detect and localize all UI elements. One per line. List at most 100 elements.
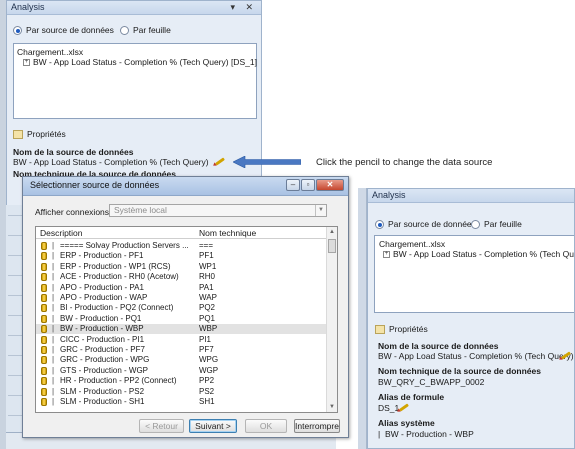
database-icon xyxy=(41,356,47,365)
show-connections-select[interactable]: Système local ▼ xyxy=(109,204,327,217)
list-item[interactable]: | ===== Solvay Production Servers ... === xyxy=(36,241,326,251)
callout-text: Click the pencil to change the data sour… xyxy=(316,157,493,168)
list-header: Description Nom technique xyxy=(36,227,326,239)
right-panel-splitter[interactable] xyxy=(358,188,367,449)
datasource-tree-right[interactable]: Chargement..xlsx + BW - App Load Status -… xyxy=(374,235,574,313)
analysis-panel-right-title-bar: Analysis xyxy=(368,189,574,203)
list-item[interactable]: | GRC - Production - PF7 PF7 xyxy=(36,345,326,355)
list-item[interactable]: | ERP - Production - PF1 PF1 xyxy=(36,251,326,261)
list-item-description: SLM - Production - SH1 xyxy=(60,397,145,406)
list-item[interactable]: | CICC - Production - PI1 PI1 xyxy=(36,335,326,345)
list-item-technical-name: PI1 xyxy=(199,334,212,344)
list-item[interactable]: | HR - Production - PP2 (Connect) PP2 xyxy=(36,376,326,386)
cancel-button[interactable]: Interrompre xyxy=(294,419,340,433)
radio-checked-icon[interactable] xyxy=(13,25,22,35)
list-item-description: APO - Production - PA1 xyxy=(60,282,144,292)
radio-unchecked-icon[interactable] xyxy=(471,219,480,229)
datasource-list[interactable]: Description Nom technique | ===== Solvay … xyxy=(35,226,338,413)
tree-datasource-node-right[interactable]: + BW - App Load Status - Completion % (Te… xyxy=(383,249,574,259)
list-item-technical-name: WP1 xyxy=(199,261,217,271)
tree-file-node[interactable]: Chargement..xlsx xyxy=(17,47,83,57)
separator: | xyxy=(52,345,55,354)
list-item-technical-name: PA1 xyxy=(199,282,214,292)
radio-by-sheet-right[interactable]: Par feuille xyxy=(471,219,522,229)
list-item[interactable]: | ACE - Production - RH0 (Acetow) RH0 xyxy=(36,272,326,282)
edit-pencil-icon[interactable] xyxy=(215,157,225,166)
minimize-icon[interactable]: – xyxy=(286,179,300,191)
separator: | xyxy=(52,293,55,302)
radio-unchecked-icon[interactable] xyxy=(120,25,129,35)
next-button[interactable]: Suivant > xyxy=(189,419,237,433)
list-item[interactable]: | GTS - Production - WGP WGP xyxy=(36,366,326,376)
database-icon xyxy=(41,304,47,313)
database-icon xyxy=(41,242,47,250)
radio-by-sheet-label: Par feuille xyxy=(133,25,171,35)
expand-icon[interactable]: + xyxy=(383,251,390,259)
close-icon[interactable]: ✕ xyxy=(316,179,344,191)
list-scrollbar[interactable]: ▲ ▼ xyxy=(326,227,337,412)
chevron-down-icon[interactable]: ▼ xyxy=(315,205,326,216)
datasource-name-heading-right: Nom de la source de données xyxy=(378,341,499,351)
radio-by-datasource[interactable]: Par source de données xyxy=(13,25,114,35)
database-icon xyxy=(41,398,47,406)
system-alias-value: | BW - Production - WBP xyxy=(378,429,474,439)
list-item-description: GTS - Production - WGP xyxy=(60,365,149,375)
scroll-up-icon[interactable]: ▲ xyxy=(327,227,337,237)
analysis-panel-title-bar: Analysis ▾ ✕ xyxy=(7,1,261,15)
properties-header: Propriétés xyxy=(13,129,66,139)
list-item-technical-name: PQ2 xyxy=(199,303,216,313)
tree-datasource-label: BW - App Load Status - Completion % (Tec… xyxy=(33,57,257,67)
panel-controls-icon[interactable]: ▾ ✕ xyxy=(230,1,257,14)
col-technical-header[interactable]: Nom technique xyxy=(199,228,256,238)
separator: | xyxy=(52,313,55,323)
list-item-technical-name: PP2 xyxy=(199,376,215,386)
dialog-title-bar: Sélectionner source de données – ▫ ✕ xyxy=(23,177,348,196)
list-item-description: BI - Production - PQ2 (Connect) xyxy=(60,303,174,313)
list-item[interactable]: | ERP - Production - WP1 (RCS) WP1 xyxy=(36,262,326,272)
list-item[interactable]: | SLM - Production - SH1 SH1 xyxy=(36,397,326,407)
list-item[interactable]: | BW - Production - PQ1 PQ1 xyxy=(36,314,326,324)
tree-datasource-node[interactable]: + BW - App Load Status - Completion % (Te… xyxy=(23,57,257,67)
list-item-description: GRC - Production - WPG xyxy=(60,355,150,365)
properties-header-right: Propriétés xyxy=(375,324,428,334)
datasource-name-heading: Nom de la source de données xyxy=(13,147,134,157)
show-connections-label: Afficher connexions xyxy=(35,207,110,217)
list-item[interactable]: | BI - Production - PQ2 (Connect) PQ2 xyxy=(36,303,326,313)
radio-by-sheet[interactable]: Par feuille xyxy=(120,25,171,35)
callout-arrow-icon xyxy=(233,156,301,168)
separator: | xyxy=(52,386,55,396)
col-description-header[interactable]: Description xyxy=(40,228,83,238)
properties-right-label: Propriétés xyxy=(389,324,428,334)
separator: | xyxy=(52,272,55,282)
scroll-thumb[interactable] xyxy=(328,239,336,253)
edit-pencil-icon[interactable] xyxy=(399,403,409,412)
separator: | xyxy=(52,334,55,344)
separator: | xyxy=(52,355,55,365)
list-item-technical-name: RH0 xyxy=(199,272,216,282)
list-item[interactable]: | BW - Production - WBP WBP xyxy=(36,324,326,335)
scroll-down-icon[interactable]: ▼ xyxy=(327,402,337,412)
back-button[interactable]: < Retour xyxy=(139,419,184,433)
list-item[interactable]: | APO - Production - WAP WAP xyxy=(36,293,326,303)
list-item-description: CICC - Production - PI1 xyxy=(60,334,145,344)
list-item[interactable]: | SLM - Production - PS2 PS2 xyxy=(36,387,326,397)
radio-by-datasource-right[interactable]: Par source de données xyxy=(375,219,476,229)
database-icon xyxy=(41,314,47,323)
expand-icon[interactable]: + xyxy=(23,59,30,67)
list-item-technical-name: PF1 xyxy=(199,251,214,261)
select-datasource-dialog: Sélectionner source de données – ▫ ✕ Aff… xyxy=(22,176,349,438)
properties-icon xyxy=(375,324,385,334)
separator: | xyxy=(52,376,55,386)
list-item-description: ACE - Production - RH0 (Acetow) xyxy=(60,272,179,282)
tree-file-node-right[interactable]: Chargement..xlsx xyxy=(379,239,445,249)
tech-name-heading-right: Nom technique de la source de données xyxy=(378,366,541,376)
maximize-icon[interactable]: ▫ xyxy=(301,179,315,191)
ok-button[interactable]: OK xyxy=(245,419,287,433)
datasource-tree[interactable]: Chargement..xlsx + BW - App Load Status -… xyxy=(13,43,257,119)
list-item-description: ERP - Production - PF1 xyxy=(60,251,144,261)
list-item-technical-name: WBP xyxy=(199,324,218,334)
list-item[interactable]: | APO - Production - PA1 PA1 xyxy=(36,283,326,293)
radio-checked-icon[interactable] xyxy=(375,219,384,229)
list-item[interactable]: | GRC - Production - WPG WPG xyxy=(36,355,326,365)
list-item-technical-name: PQ1 xyxy=(199,313,216,323)
